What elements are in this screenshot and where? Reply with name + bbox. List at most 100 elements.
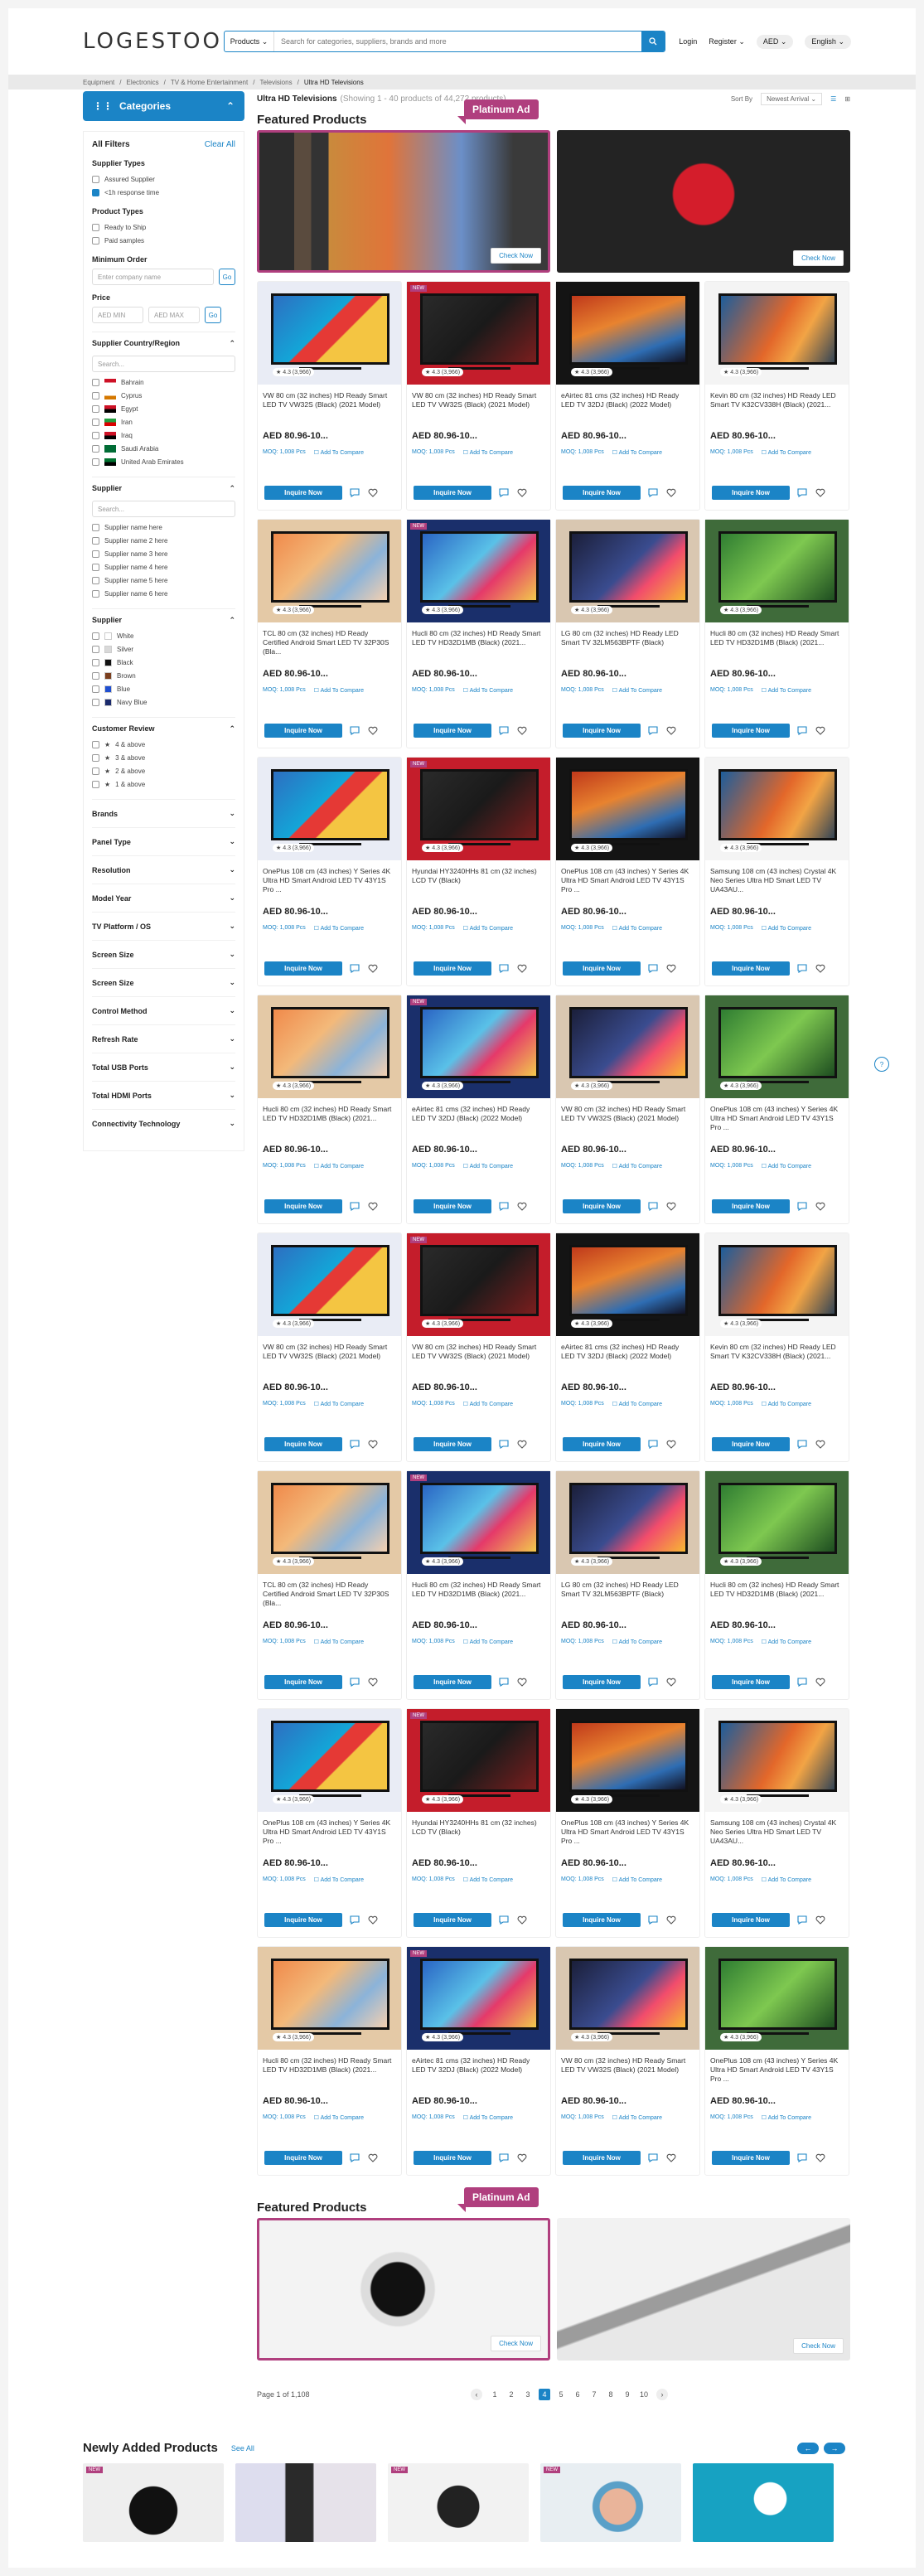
chat-icon[interactable] xyxy=(498,963,510,975)
check-now-button[interactable]: Check Now xyxy=(793,2338,844,2354)
color-option[interactable]: Silver xyxy=(92,642,235,656)
breadcrumb-item[interactable]: Televisions xyxy=(259,79,292,86)
chat-icon[interactable] xyxy=(349,963,360,975)
heart-icon[interactable] xyxy=(516,487,528,499)
heart-icon[interactable] xyxy=(367,1201,379,1213)
inquire-now-button[interactable]: Inquire Now xyxy=(712,1913,790,1927)
add-to-compare[interactable]: ☐ Add To Compare xyxy=(314,1876,364,1883)
see-all-link[interactable]: See All xyxy=(231,2444,254,2453)
product-name[interactable]: Hyundai HY3240HHs 81 cm (32 inches) LCD … xyxy=(412,867,545,903)
product-image[interactable]: ★ 4.3 (3,966) xyxy=(705,520,849,622)
add-to-compare[interactable]: ☐ Add To Compare xyxy=(762,1639,811,1645)
checkbox[interactable] xyxy=(92,685,99,693)
checkbox[interactable] xyxy=(92,632,99,640)
product-image[interactable]: NEW ★ 4.3 (3,966) xyxy=(407,758,550,860)
country-filter-header[interactable]: Supplier Country/Region ⌃ xyxy=(92,339,235,352)
product-image[interactable]: ★ 4.3 (3,966) xyxy=(556,282,699,385)
inquire-now-button[interactable]: Inquire Now xyxy=(563,1199,641,1213)
product-name[interactable]: VW 80 cm (32 inches) HD Ready Smart LED … xyxy=(263,391,396,428)
inquire-now-button[interactable]: Inquire Now xyxy=(712,1199,790,1213)
inquire-now-button[interactable]: Inquire Now xyxy=(563,724,641,738)
featured-ad-tv[interactable]: Check Now xyxy=(257,130,550,273)
heart-icon[interactable] xyxy=(815,2152,826,2164)
search-scope-select[interactable]: Products ⌄ xyxy=(225,31,274,51)
product-card[interactable]: ★ 4.3 (3,966) VW 80 cm (32 inches) HD Rea… xyxy=(555,1946,700,2176)
heart-icon[interactable] xyxy=(665,1915,677,1926)
product-name[interactable]: Samsung 108 cm (43 inches) Crystal 4K Ne… xyxy=(710,867,844,903)
product-name[interactable]: OnePlus 108 cm (43 inches) Y Series 4K U… xyxy=(561,1818,694,1855)
page-number[interactable]: 10 xyxy=(638,2389,650,2400)
page-number[interactable]: 6 xyxy=(572,2389,583,2400)
inquire-now-button[interactable]: Inquire Now xyxy=(712,486,790,500)
checkbox[interactable] xyxy=(92,431,99,439)
filter-option[interactable]: <1h response time xyxy=(92,186,235,199)
product-image[interactable]: ★ 4.3 (3,966) xyxy=(705,1947,849,2050)
chat-icon[interactable] xyxy=(796,1201,808,1213)
inquire-now-button[interactable]: Inquire Now xyxy=(414,1675,491,1689)
price-go-button[interactable]: Go xyxy=(205,307,221,323)
supplier-option[interactable]: Supplier name 6 here xyxy=(92,587,235,600)
checkbox[interactable] xyxy=(92,236,99,245)
supplier-option[interactable]: Supplier name here xyxy=(92,521,235,534)
product-image[interactable]: ★ 4.3 (3,966) xyxy=(556,1947,699,2050)
country-option[interactable]: Iraq xyxy=(92,429,235,442)
product-name[interactable]: Kevin 80 cm (32 inches) HD Ready LED Sma… xyxy=(710,1343,844,1379)
country-option[interactable]: Cyprus xyxy=(92,389,235,402)
search-input[interactable] xyxy=(274,31,641,51)
carousel-prev-button[interactable]: ← xyxy=(797,2442,819,2454)
product-card[interactable]: ★ 4.3 (3,966) Kevin 80 cm (32 inches) HD … xyxy=(704,281,849,511)
add-to-compare[interactable]: ☐ Add To Compare xyxy=(762,687,811,694)
heart-icon[interactable] xyxy=(516,963,528,975)
product-image[interactable]: ★ 4.3 (3,966) xyxy=(705,758,849,860)
product-card[interactable]: NEW ★ 4.3 (3,966) Hucli 80 cm (32 inches) … xyxy=(406,1470,551,1700)
chat-float-icon[interactable]: ? xyxy=(874,1057,889,1072)
new-product-image[interactable]: NEW xyxy=(388,2463,529,2542)
product-name[interactable]: eAirtec 81 cms (32 inches) HD Ready LED … xyxy=(561,1343,694,1379)
color-filter-header[interactable]: Supplier ⌃ xyxy=(92,616,235,629)
heart-icon[interactable] xyxy=(815,1915,826,1926)
inquire-now-button[interactable]: Inquire Now xyxy=(414,961,491,976)
inquire-now-button[interactable]: Inquire Now xyxy=(712,2151,790,2165)
prev-page-button[interactable]: ‹ xyxy=(471,2389,482,2400)
product-card[interactable]: ★ 4.3 (3,966) TCL 80 cm (32 inches) HD Re… xyxy=(257,519,402,748)
chat-icon[interactable] xyxy=(498,487,510,499)
chat-icon[interactable] xyxy=(796,2152,808,2164)
product-name[interactable]: Hucli 80 cm (32 inches) HD Ready Smart L… xyxy=(263,2056,396,2093)
product-card[interactable]: ★ 4.3 (3,966) TCL 80 cm (32 inches) HD Re… xyxy=(257,1470,402,1700)
product-card[interactable]: ★ 4.3 (3,966) OnePlus 108 cm (43 inches) … xyxy=(555,757,700,986)
chat-icon[interactable] xyxy=(349,487,360,499)
inquire-now-button[interactable]: Inquire Now xyxy=(264,486,342,500)
currency-select[interactable]: AED ⌄ xyxy=(756,34,794,49)
checkbox[interactable] xyxy=(92,658,99,666)
checkbox[interactable] xyxy=(92,175,99,183)
price-max-input[interactable]: AED MAX xyxy=(148,307,200,323)
product-image[interactable]: NEW ★ 4.3 (3,966) xyxy=(407,520,550,622)
heart-icon[interactable] xyxy=(516,725,528,737)
chat-icon[interactable] xyxy=(498,1201,510,1213)
checkbox[interactable] xyxy=(92,576,99,584)
checkbox[interactable] xyxy=(92,780,99,788)
review-option[interactable]: ★ 4 & above xyxy=(92,738,235,751)
breadcrumb-item[interactable]: TV & Home Entertainment xyxy=(171,79,248,86)
product-card[interactable]: ★ 4.3 (3,966) Hucli 80 cm (32 inches) HD … xyxy=(257,1946,402,2176)
page-number[interactable]: 3 xyxy=(522,2389,534,2400)
checkbox[interactable] xyxy=(92,391,99,399)
filter-section-collapsed[interactable]: Screen Size ⌄ xyxy=(92,940,235,968)
min-order-input[interactable]: Enter company name xyxy=(92,269,214,285)
chat-icon[interactable] xyxy=(796,725,808,737)
product-card[interactable]: ★ 4.3 (3,966) VW 80 cm (32 inches) HD Rea… xyxy=(257,1232,402,1462)
add-to-compare[interactable]: ☐ Add To Compare xyxy=(762,1876,811,1883)
price-min-input[interactable]: AED MIN xyxy=(92,307,143,323)
heart-icon[interactable] xyxy=(665,1439,677,1450)
filter-option[interactable]: Ready to Ship xyxy=(92,220,235,234)
checkbox-checked[interactable] xyxy=(92,188,99,196)
inquire-now-button[interactable]: Inquire Now xyxy=(563,1675,641,1689)
color-option[interactable]: Navy Blue xyxy=(92,695,235,709)
checkbox[interactable] xyxy=(92,753,99,762)
checkbox[interactable] xyxy=(92,550,99,558)
heart-icon[interactable] xyxy=(815,1439,826,1450)
checkbox[interactable] xyxy=(92,767,99,775)
filter-option[interactable]: Assured Supplier xyxy=(92,172,235,186)
supplier-option[interactable]: Supplier name 5 here xyxy=(92,574,235,587)
inquire-now-button[interactable]: Inquire Now xyxy=(563,961,641,976)
